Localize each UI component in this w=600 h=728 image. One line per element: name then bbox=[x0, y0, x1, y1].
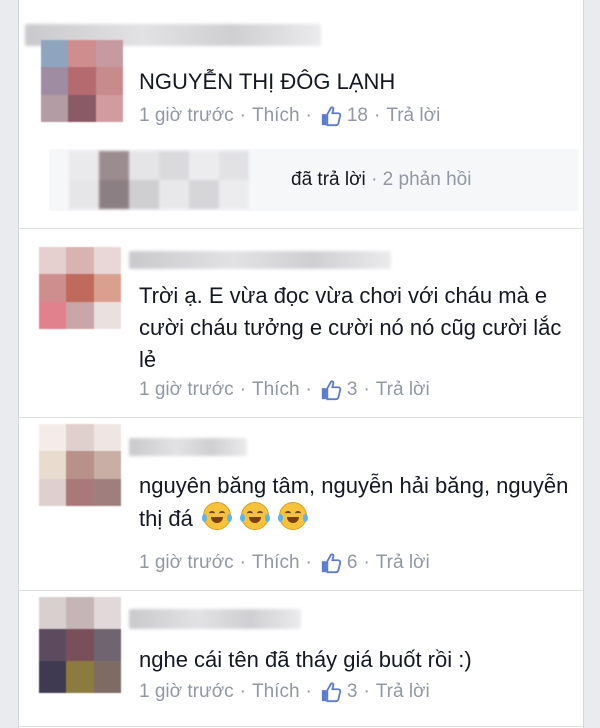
like-link[interactable]: Thích bbox=[252, 378, 300, 402]
separator-dot: · bbox=[239, 105, 246, 126]
separator-dot: · bbox=[363, 379, 370, 400]
comment-item: NGUYỄN THỊ ĐÔG LẠNH 1 giờ trước · Thích … bbox=[19, 0, 583, 228]
comment-text: nghe cái tên đã tháy giá buốt rồi :) bbox=[139, 647, 472, 672]
separator-dot: · bbox=[239, 681, 246, 702]
thumbs-up-icon[interactable] bbox=[320, 681, 342, 703]
comment-text: Trời ạ. E vừa đọc vừa chơi với cháu mà e… bbox=[139, 283, 562, 372]
replied-label: đã trả lời bbox=[291, 169, 366, 190]
separator-dot: · bbox=[305, 681, 312, 702]
comment-timestamp[interactable]: 1 giờ trước bbox=[139, 680, 234, 704]
avatar[interactable] bbox=[39, 247, 121, 329]
separator-dot: · bbox=[363, 552, 370, 573]
divider bbox=[19, 726, 583, 727]
comment-timestamp[interactable]: 1 giờ trước bbox=[139, 551, 234, 575]
comment-timestamp[interactable]: 1 giờ trước bbox=[139, 104, 234, 128]
comment-item: nguyên băng tâm, nguyễn hải băng, nguyễn… bbox=[19, 418, 583, 590]
replies-summary[interactable]: đã trả lời · 2 phản hồi bbox=[49, 149, 579, 211]
commenter-name-blurred[interactable] bbox=[129, 251, 391, 269]
avatar[interactable] bbox=[39, 597, 121, 693]
thumbs-up-icon[interactable] bbox=[320, 552, 342, 574]
face-with-tears-of-joy-icon bbox=[201, 502, 232, 530]
thumbs-up-icon[interactable] bbox=[320, 105, 342, 127]
reply-link[interactable]: Trả lời bbox=[376, 551, 430, 575]
like-count: 18 bbox=[346, 105, 368, 126]
reply-link[interactable]: Trả lời bbox=[376, 680, 430, 704]
replies-summary-text: đã trả lời · 2 phản hồi bbox=[291, 168, 471, 192]
comment-meta: 1 giờ trước · Thích · 18 · Trả lời bbox=[139, 104, 440, 128]
face-with-tears-of-joy-icon bbox=[240, 502, 271, 530]
face-with-tears-of-joy-icon bbox=[278, 502, 309, 530]
like-count: 3 bbox=[346, 681, 358, 702]
replier-avatars-blurred bbox=[69, 151, 249, 209]
separator-dot: · bbox=[239, 379, 246, 400]
comment-text-body: nguyên băng tâm, nguyễn hải băng, nguyễn… bbox=[139, 473, 569, 531]
comment-text: NGUYỄN THỊ ĐÔG LẠNH bbox=[139, 69, 396, 94]
comment-text: nguyên băng tâm, nguyễn hải băng, nguyễn… bbox=[139, 470, 569, 535]
commenter-name-blurred[interactable] bbox=[129, 438, 247, 456]
separator-dot: · bbox=[374, 105, 381, 126]
separator-dot: · bbox=[305, 379, 312, 400]
like-link[interactable]: Thích bbox=[252, 104, 300, 128]
separator-dot: · bbox=[239, 552, 246, 573]
comment-meta: 1 giờ trước · Thích · 3 · Trả lời bbox=[139, 378, 430, 402]
separator-dot: · bbox=[371, 169, 383, 190]
like-count: 3 bbox=[346, 379, 358, 400]
like-link[interactable]: Thích bbox=[252, 551, 300, 575]
separator-dot: · bbox=[305, 552, 312, 573]
reply-count[interactable]: 2 phản hồi bbox=[383, 169, 472, 190]
separator-dot: · bbox=[363, 681, 370, 702]
commenter-name-blurred[interactable] bbox=[129, 609, 301, 629]
comment-timestamp[interactable]: 1 giờ trước bbox=[139, 378, 234, 402]
separator-dot: · bbox=[305, 105, 312, 126]
like-link[interactable]: Thích bbox=[252, 680, 300, 704]
reply-link[interactable]: Trả lời bbox=[376, 378, 430, 402]
comment-item: nghe cái tên đã tháy giá buốt rồi :) 1 g… bbox=[19, 591, 583, 728]
avatar[interactable] bbox=[41, 40, 123, 122]
avatar[interactable] bbox=[39, 424, 121, 506]
thumbs-up-icon[interactable] bbox=[320, 379, 342, 401]
comment-item: Trời ạ. E vừa đọc vừa chơi với cháu mà e… bbox=[19, 229, 583, 417]
comment-meta: 1 giờ trước · Thích · 6 · Trả lời bbox=[139, 551, 430, 575]
comment-thread: NGUYỄN THỊ ĐÔG LẠNH 1 giờ trước · Thích … bbox=[18, 0, 584, 728]
like-count: 6 bbox=[346, 552, 358, 573]
comment-meta: 1 giờ trước · Thích · 3 · Trả lời bbox=[139, 680, 430, 704]
reply-link[interactable]: Trả lời bbox=[386, 104, 440, 128]
